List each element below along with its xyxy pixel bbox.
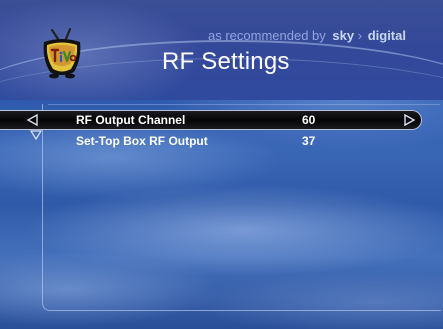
triangle-left-icon[interactable] [26, 113, 40, 127]
setting-row-set-top-box-rf-output[interactable]: Set-Top Box RF Output 37 [0, 132, 443, 150]
recommended-label: as recommended by [208, 28, 326, 43]
header: as recommended by sky › digital RF Setti… [0, 0, 443, 100]
tivo-screen: as recommended by sky › digital RF Setti… [0, 0, 443, 329]
setting-label: Set-Top Box RF Output [76, 134, 208, 148]
sky-swoosh-icon: › [357, 28, 363, 43]
setting-label: RF Output Channel [76, 113, 186, 127]
brand-sky: sky [332, 28, 355, 43]
setting-value: 37 [302, 134, 316, 148]
content-frame-top-line [48, 104, 440, 105]
tivo-logo-icon [43, 28, 81, 79]
brand-digital: digital [367, 28, 406, 43]
page-title: RF Settings [162, 48, 290, 75]
recommended-by-text: as recommended by sky › digital [208, 28, 406, 43]
setting-row-rf-output-channel[interactable]: RF Output Channel 60 [0, 110, 422, 130]
triangle-right-icon[interactable] [402, 113, 416, 127]
setting-value: 60 [302, 113, 316, 127]
